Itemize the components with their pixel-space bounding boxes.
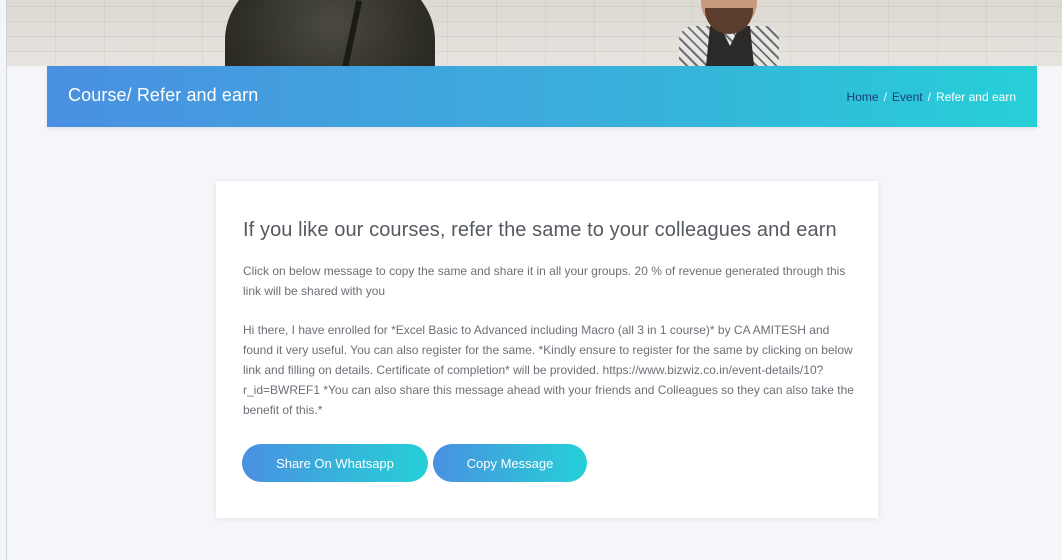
person-right-image: [675, 0, 785, 66]
breadcrumb-separator: /: [883, 90, 887, 104]
refer-heading: If you like our courses, refer the same …: [243, 219, 837, 241]
page-title-banner: Course/ Refer and earn Home / Event / Re…: [47, 66, 1037, 127]
copy-message-button[interactable]: Copy Message: [433, 444, 587, 482]
share-whatsapp-button[interactable]: Share On Whatsapp: [242, 444, 428, 482]
breadcrumb: Home / Event / Refer and earn: [847, 90, 1016, 104]
bag-strap: [341, 0, 363, 66]
page-frame: Course/ Refer and earn Home / Event / Re…: [6, 0, 1062, 560]
breadcrumb-event[interactable]: Event: [892, 90, 923, 104]
refer-instructions: Click on below message to copy the same …: [243, 264, 846, 298]
page-title: Course/ Refer and earn: [68, 85, 259, 105]
breadcrumb-separator: /: [927, 90, 931, 104]
brick-wall-background: [7, 0, 1062, 66]
person-left-image: [225, 0, 435, 66]
hero-image: [7, 0, 1062, 66]
referral-message[interactable]: Hi there, I have enrolled for *Excel Bas…: [243, 320, 855, 420]
breadcrumb-current: Refer and earn: [935, 90, 1016, 104]
refer-card: If you like our courses, refer the same …: [216, 181, 878, 518]
breadcrumb-home[interactable]: Home: [847, 90, 879, 104]
